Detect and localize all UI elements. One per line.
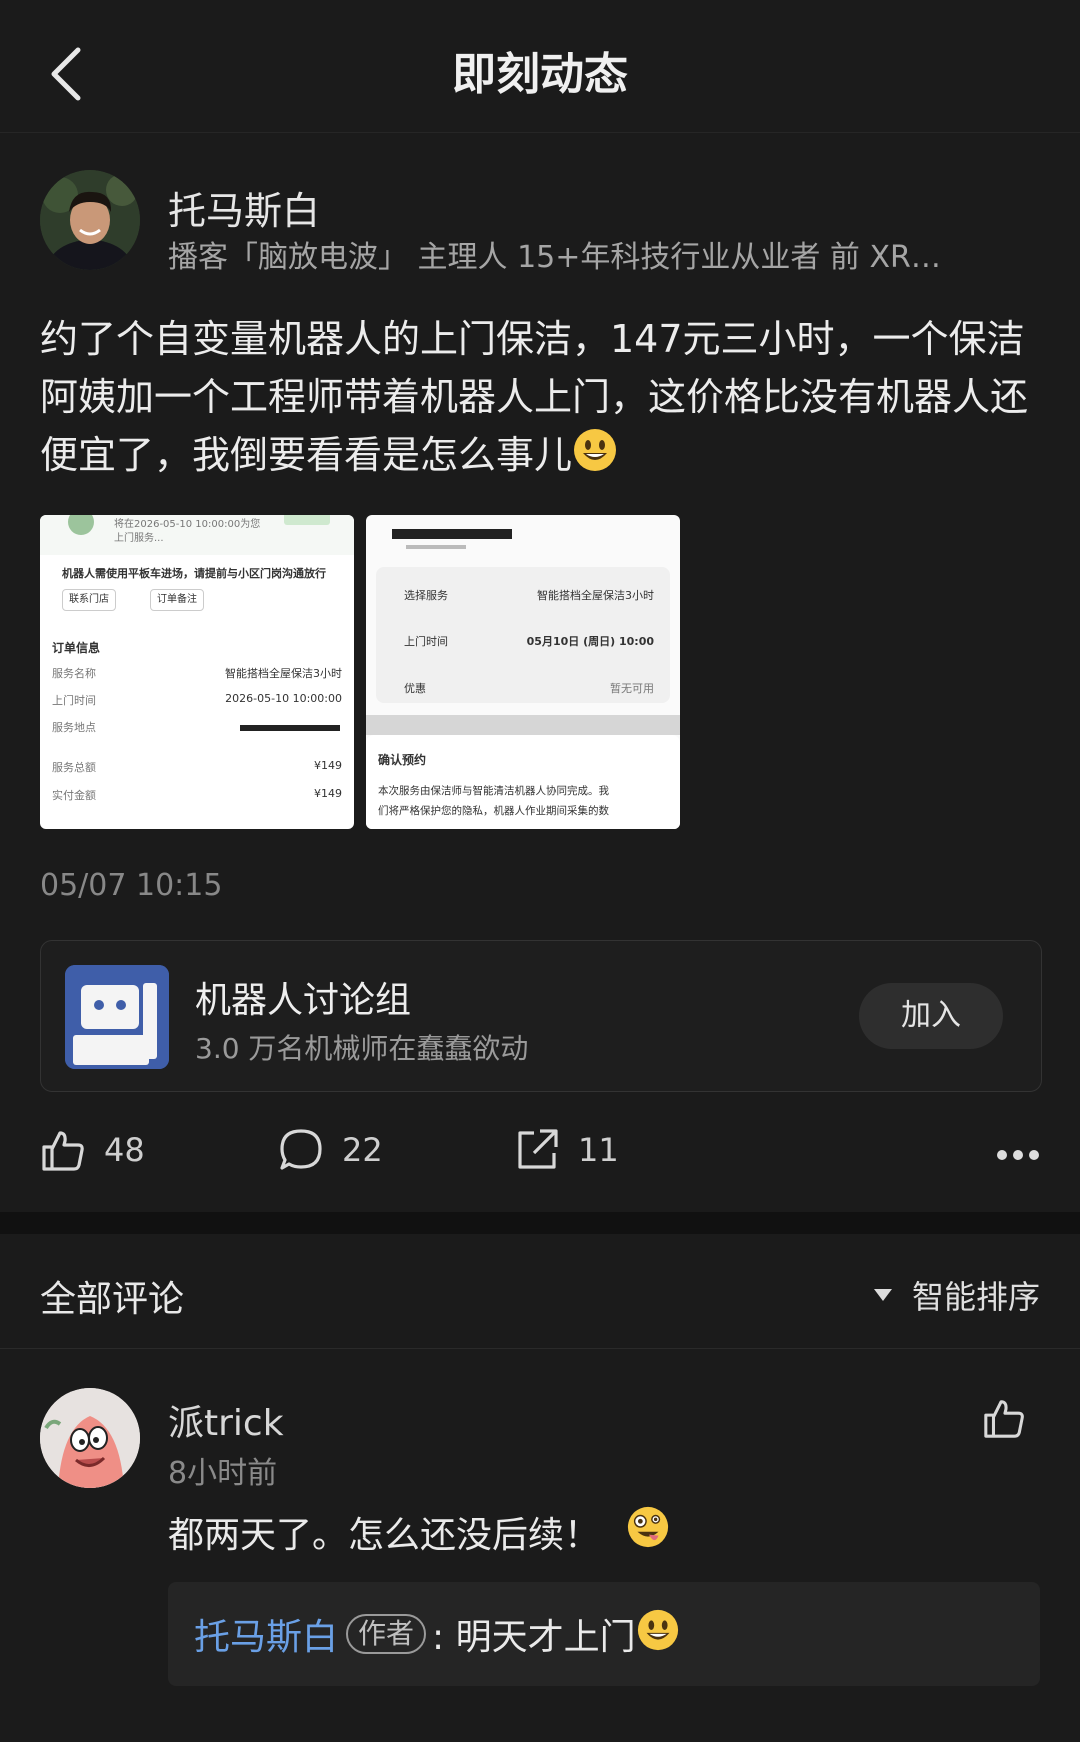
comment-like-button[interactable] [982,1396,1026,1444]
share-count: 11 [578,1131,619,1169]
img1-row-key: 实付金额 [52,789,96,802]
share-icon [518,1129,558,1169]
author-description: 播客「脑放电波」 主理人 15+年科技行业从业者 前 XR… [168,240,941,275]
img1-row-value: ¥149 [314,759,342,772]
robot-icon [65,965,169,1069]
page-title: 即刻动态 [452,49,628,100]
thumbs-up-icon [42,1131,84,1171]
group-subtitle: 3.0 万名机械师在蠢蠢欲动 [195,1032,529,1065]
img1-note-chip: 订单备注 [150,589,204,611]
img1-top-line: 将在2026-05-10 10:00:00为您 [114,519,261,530]
img1-row-key: 服务地点 [52,721,96,734]
like-action[interactable]: 48 [40,1122,145,1178]
group-card[interactable]: 机器人讨论组 3.0 万名机械师在蠢蠢欲动 加入 [40,940,1042,1092]
comment-text-content: 都两天了。怎么还没后续！ [168,1514,601,1556]
img1-row-value: 智能搭档全屋保洁3小时 [225,667,342,680]
sort-dropdown[interactable]: 智能排序 [873,1272,1040,1318]
img2-redacted-name [392,529,512,539]
commenter-name[interactable]: 派trick [168,1394,284,1446]
comment-count: 22 [342,1131,383,1169]
img1-row-key: 服务名称 [52,667,96,680]
img1-top-line2: 上门服务... [114,533,164,544]
post-image-1[interactable]: 将在2026-05-10 10:00:00为您 上门服务... 机器人需使用平板… [40,515,354,829]
author-name[interactable]: 托马斯白 [168,180,320,235]
sort-label: 智能排序 [911,1278,1040,1316]
more-icon[interactable] [996,1136,1040,1161]
like-count: 48 [104,1131,145,1169]
comment-text: 都两天了。怎么还没后续！ [168,1505,670,1558]
comment-action[interactable]: 22 [278,1122,383,1178]
post-image-2[interactable]: 选择服务 智能搭档全屋保洁3小时 上门时间 05月10日 (周日) 10:00 … [366,515,680,829]
img2-row-value: 智能搭档全屋保洁3小时 [537,589,654,602]
group-name: 机器人讨论组 [195,980,412,1021]
comment-time: 8小时前 [168,1456,278,1491]
img2-modal-title: 确认预约 [378,753,427,767]
commenter-avatar[interactable] [40,1388,140,1488]
img2-row-key: 上门时间 [404,635,448,648]
img1-row-value: ¥149 [314,787,342,800]
img1-notice: 机器人需使用平板车进场，请提前与小区门岗沟通放行 [62,567,326,580]
grinning-emoji [636,1608,680,1661]
img2-row-value: 05月10日 (周日) 10:00 [526,635,654,648]
comment-icon [280,1129,322,1170]
thumbs-up-icon [984,1400,1024,1438]
img1-redacted-address [240,725,340,731]
reply-author[interactable]: 托马斯白 [194,1608,338,1660]
img1-row-key: 上门时间 [52,694,96,707]
reply-text: : 明天才上门 [432,1617,636,1658]
img1-row-key: 服务总额 [52,761,96,774]
img2-modal-text: 们将严格保护您的隐私，机器人作业期间采集的数 [378,805,609,817]
sort-caret-icon [873,1289,892,1301]
share-action[interactable]: 11 [514,1122,619,1178]
post-text-content: 约了个自变量机器人的上门保洁，147元三小时，一个保洁阿姨加一个工程师带着机器人… [40,317,1029,477]
comments-title: 全部评论 [40,1279,185,1320]
join-button[interactable]: 加入 [859,983,1003,1049]
img2-row-value: 暂无可用 [610,682,654,695]
reply-box[interactable]: 托马斯白 作者 : 明天才上门 [168,1582,1040,1686]
img2-row-key: 优惠 [404,682,426,695]
zany-emoji [626,1505,670,1558]
reply-content: 托马斯白 作者 : 明天才上门 [194,1582,680,1686]
img2-row-key: 选择服务 [404,589,448,602]
author-tag: 作者 [346,1614,427,1654]
comments-divider [0,1348,1080,1349]
img1-section: 订单信息 [52,641,101,655]
post-text: 约了个自变量机器人的上门保洁，147元三小时，一个保洁阿姨加一个工程师带着机器人… [40,310,1040,489]
img1-row-value: 2026-05-10 10:00:00 [225,692,342,705]
img2-modal-text: 本次服务由保洁师与智能清洁机器人协同完成。我 [378,785,609,797]
author-avatar[interactable] [40,170,140,270]
grinning-emoji [572,427,618,489]
section-divider [0,1212,1080,1234]
post-timestamp: 05/07 10:15 [40,868,223,903]
img1-contact-chip: 联系门店 [62,589,116,611]
